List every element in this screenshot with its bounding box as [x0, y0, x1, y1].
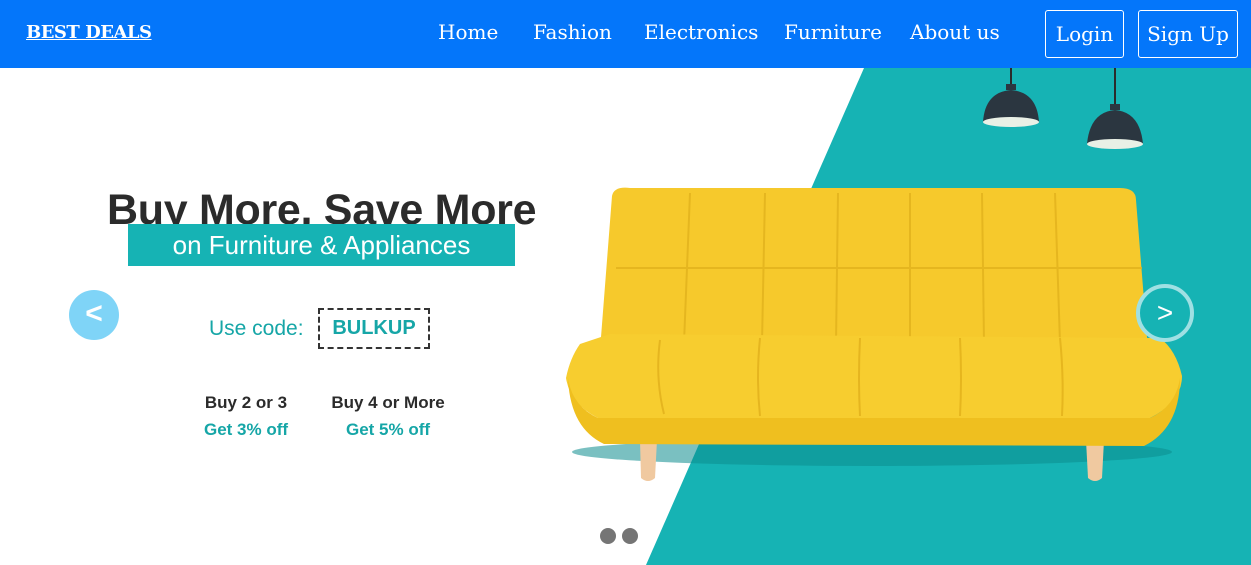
offer-title: Buy 4 or More: [331, 393, 445, 412]
nav-electronics[interactable]: Electronics: [644, 20, 758, 44]
offer-tier-1: Buy 2 or 3 Get 3% off: [198, 393, 294, 440]
offer-discount: Get 3% off: [203, 420, 289, 439]
carousel-indicators: [600, 528, 638, 544]
brand-logo[interactable]: BEST DEALS: [26, 22, 152, 43]
pendant-lamp-icon: [983, 68, 1039, 127]
offer-tier-2: Buy 4 or More Get 5% off: [328, 393, 448, 440]
carousel-prev-button[interactable]: <: [69, 290, 119, 340]
offer-discount: Get 5% off: [345, 420, 431, 439]
nav-fashion[interactable]: Fashion: [533, 20, 612, 44]
carousel-next-button[interactable]: >: [1136, 284, 1194, 342]
carousel-dot[interactable]: [622, 528, 638, 544]
offer-title: Buy 2 or 3: [204, 393, 288, 412]
coupon-code: BULKUP: [318, 308, 430, 349]
banner-artwork: [566, 68, 1182, 481]
login-button[interactable]: Login: [1045, 10, 1124, 58]
coupon-label: Use code:: [209, 317, 304, 340]
nav-about-us[interactable]: About us: [910, 20, 1000, 44]
hero-carousel: Buy More, Save More on Furniture & Appli…: [0, 68, 1251, 565]
carousel-dot[interactable]: [600, 528, 616, 544]
promo-subhead: on Furniture & Appliances: [128, 224, 515, 266]
nav-furniture[interactable]: Furniture: [784, 20, 882, 44]
signup-button[interactable]: Sign Up: [1138, 10, 1238, 58]
pendant-lamp-icon: [1087, 68, 1143, 149]
sofa-image: [566, 187, 1182, 481]
top-navbar: BEST DEALS Home Fashion Electronics Furn…: [0, 0, 1251, 68]
nav-home[interactable]: Home: [438, 20, 498, 44]
